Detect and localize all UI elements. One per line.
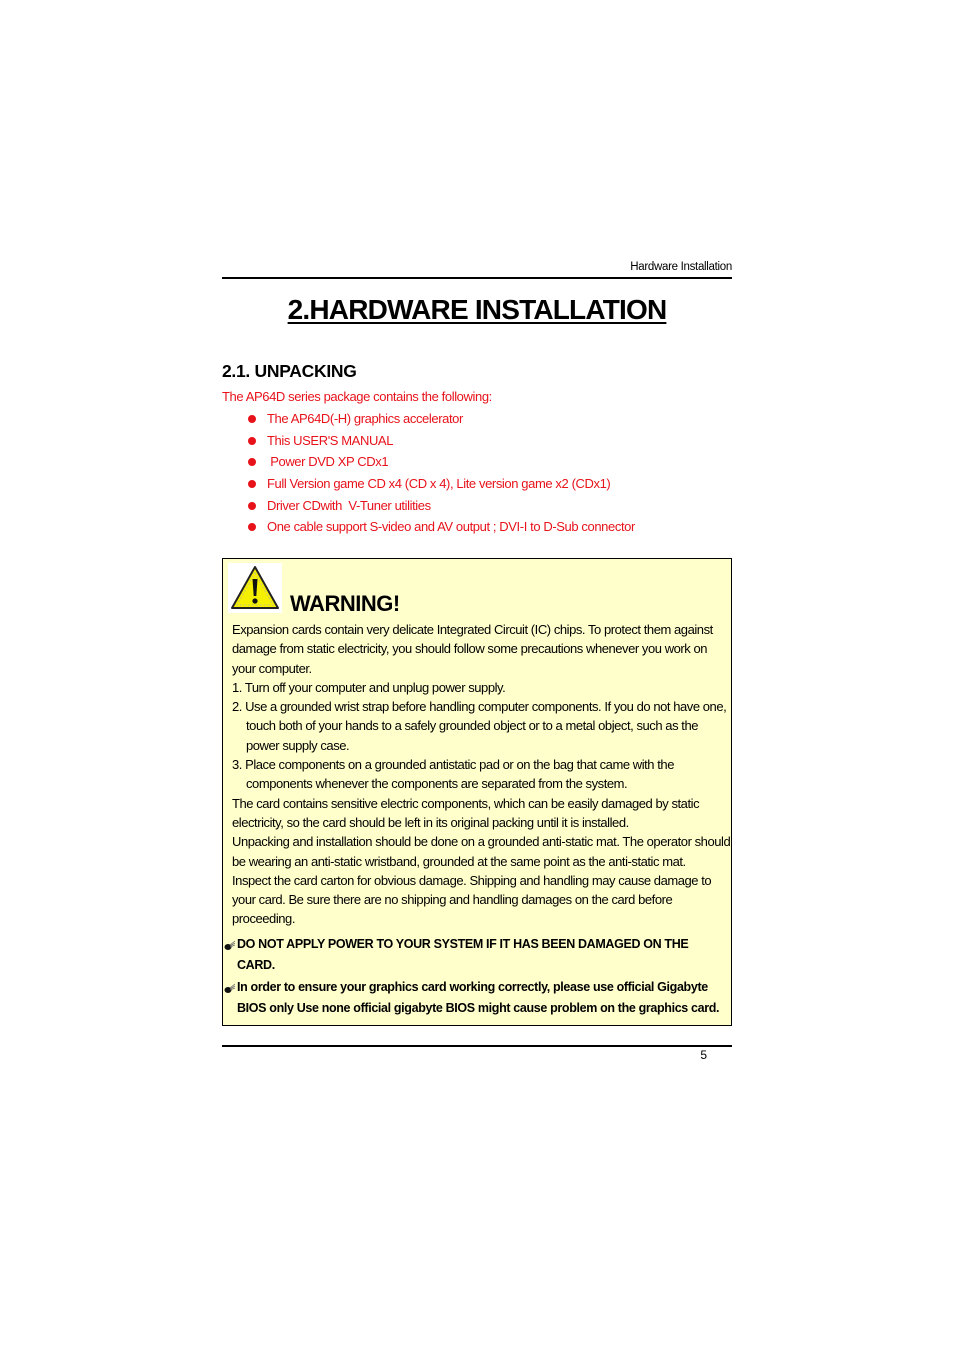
warning-paragraph: The card contains sensitive electric com… xyxy=(232,795,700,830)
warning-title: WARNING! xyxy=(290,591,400,616)
warning-notes: DO NOT APPLY POWER TO YOUR SYSTEM IF IT … xyxy=(223,934,728,1020)
pointing-hand-icon xyxy=(224,980,236,993)
list-item: Power DVD XP CDx1 xyxy=(246,451,635,473)
list-item-text: The AP64D(-H) graphics accelerator xyxy=(267,411,463,426)
list-item-text: Power DVD XP CDx1 xyxy=(267,454,389,470)
running-header: Hardware Installation xyxy=(630,261,732,273)
precaution-step: 3. Place components on a grounded antist… xyxy=(232,757,674,792)
bullet-icon xyxy=(248,436,256,445)
bullet-icon xyxy=(248,523,256,532)
warning-body: Expansion cards contain very delicate In… xyxy=(232,620,732,929)
package-contents-list: The AP64D(-H) graphics accelerator This … xyxy=(246,408,635,538)
warning-note-text: In order to ensure your graphics card wo… xyxy=(237,980,720,1015)
warning-paragraph: Unpacking and installation should be don… xyxy=(232,834,731,869)
footer-rule xyxy=(222,1045,732,1047)
list-item: This USER'S MANUAL xyxy=(246,430,635,452)
list-item: Full Version game CD x4 (CD x 4), Lite v… xyxy=(246,473,635,495)
list-item: Driver CDwith V-Tuner utilities xyxy=(246,495,635,517)
list-item: One cable support S-video and AV output … xyxy=(246,516,635,538)
precaution-step: 1. Turn off your computer and unplug pow… xyxy=(232,679,506,695)
bullet-icon xyxy=(248,501,256,510)
bullet-icon xyxy=(248,480,256,489)
page-number: 5 xyxy=(700,1048,707,1062)
pointing-hand-icon xyxy=(224,937,236,950)
warning-note: DO NOT APPLY POWER TO YOUR SYSTEM IF IT … xyxy=(223,934,728,976)
warning-paragraph: Expansion cards contain very delicate In… xyxy=(232,622,713,676)
list-item: The AP64D(-H) graphics accelerator xyxy=(246,408,635,430)
warning-paragraph: Inspect the card carton for obvious dama… xyxy=(232,872,712,927)
bullet-icon xyxy=(248,415,256,423)
warning-triangle-icon xyxy=(228,563,282,613)
list-item-text: One cable support S-video and AV output … xyxy=(267,519,635,535)
header-rule xyxy=(222,277,732,279)
section-intro: The AP64D series package contains the fo… xyxy=(222,389,492,404)
warning-box: WARNING! Expansion cards contain very de… xyxy=(222,558,732,1026)
list-item-text: Driver CDwith V-Tuner utilities xyxy=(267,497,431,513)
list-item-text: This USER'S MANUAL xyxy=(267,432,394,448)
bullet-icon xyxy=(248,458,256,467)
warning-note: In order to ensure your graphics card wo… xyxy=(223,977,728,1019)
warning-note-text: DO NOT APPLY POWER TO YOUR SYSTEM IF IT … xyxy=(237,937,689,972)
section-title: 2.1. UNPACKING xyxy=(222,361,357,381)
chapter-title: 2.HARDWARE INSTALLATION xyxy=(287,294,668,325)
list-item-text: Full Version game CD x4 (CD x 4), Lite v… xyxy=(267,476,611,492)
precaution-step: 2. Use a grounded wrist strap before han… xyxy=(232,699,727,753)
